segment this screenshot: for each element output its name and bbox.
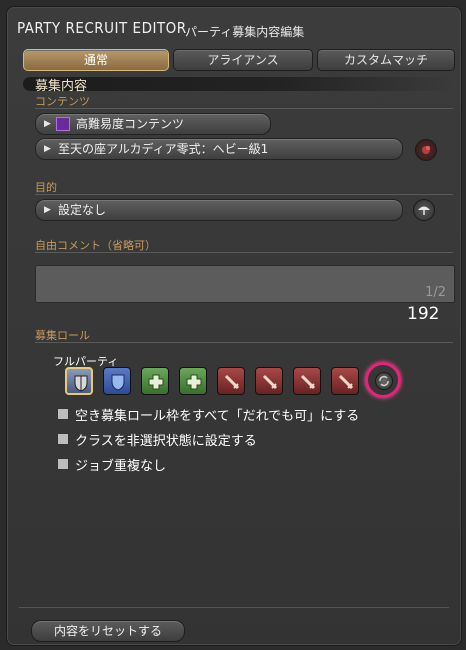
content-type-dropdown[interactable]: ▶ 高難易度コンテンツ [35, 113, 271, 135]
role-slot-healer[interactable] [141, 367, 169, 395]
comment-page-indicator: 1/2 [425, 285, 446, 300]
tank-shield-icon [74, 375, 88, 392]
recruit-heading: 募集内容 [35, 79, 88, 94]
purpose-settings-button[interactable] [413, 199, 435, 221]
option-label: 空き募集ロール枠をすべて「だれでも可」にする [75, 409, 360, 424]
expand-arrow-icon: ▶ [44, 119, 51, 129]
tab-alliance[interactable]: アライアンス [173, 49, 313, 71]
duty-info-button[interactable] [415, 139, 437, 161]
expand-arrow-icon: ▶ [44, 144, 51, 154]
remaining-char-count: 192 [407, 304, 440, 324]
healer-cross-icon [148, 374, 164, 390]
tank-shield-icon [111, 374, 125, 391]
content-type-value: 高難易度コンテンツ [76, 117, 185, 131]
role-slot-dps[interactable] [255, 367, 283, 395]
title-bar[interactable]: PARTY RECRUIT EDITOR パーティ募集内容編集 [7, 7, 461, 43]
role-slot-dps[interactable] [331, 367, 359, 395]
dps-sword-icon [338, 374, 354, 390]
divider [35, 194, 453, 195]
checkbox[interactable] [57, 408, 69, 420]
purpose-dropdown[interactable]: ▶ 設定なし [35, 199, 403, 221]
comment-input[interactable]: 1/2 [35, 265, 455, 303]
tab-bar: 通常 アライアンス カスタムマッチ [23, 49, 455, 71]
purpose-label: 目的 [35, 181, 57, 194]
dps-sword-icon [300, 374, 316, 390]
checkbox[interactable] [57, 433, 69, 445]
party-recruit-editor-window: PARTY RECRUIT EDITOR パーティ募集内容編集 通常 アライアン… [6, 6, 462, 646]
divider [35, 342, 453, 343]
duty-dropdown[interactable]: ▶ 至天の座アルカディア零式：ヘビー級1 [35, 138, 403, 160]
role-slot-dps[interactable] [217, 367, 245, 395]
expand-arrow-icon: ▶ [44, 205, 51, 215]
high-difficulty-icon [56, 117, 70, 131]
role-slot-dps[interactable] [293, 367, 321, 395]
tab-normal[interactable]: 通常 [23, 49, 169, 71]
duty-info-icon [422, 146, 430, 154]
role-slot-tank[interactable] [103, 367, 131, 395]
dps-sword-icon [224, 374, 240, 390]
option-label: ジョブ重複なし [75, 459, 167, 474]
role-slot-tank-selected[interactable] [65, 367, 93, 395]
reset-content-button[interactable]: 内容をリセットする [31, 620, 185, 642]
purpose-value: 設定なし [58, 203, 107, 217]
tab-custom-match[interactable]: カスタムマッチ [317, 49, 455, 71]
role-reset-button-highlight[interactable] [365, 362, 401, 398]
footer-divider [19, 607, 449, 608]
refresh-icon [379, 375, 389, 387]
option-label: クラスを非選択状態に設定する [75, 434, 257, 449]
dps-sword-icon [262, 374, 278, 390]
roles-heading: 募集ロール [35, 329, 90, 342]
umbrella-icon [418, 206, 430, 215]
healer-cross-icon [186, 374, 202, 390]
window-subtitle: パーティ募集内容編集 [185, 25, 305, 39]
section-header-bar [23, 77, 453, 91]
contents-label: コンテンツ [35, 95, 90, 108]
role-reset-button[interactable] [375, 372, 393, 390]
duty-value: 至天の座アルカディア零式：ヘビー級1 [58, 142, 269, 156]
divider [35, 252, 453, 253]
role-slot-healer[interactable] [179, 367, 207, 395]
checkbox[interactable] [57, 458, 69, 470]
window-title: PARTY RECRUIT EDITOR [17, 19, 187, 37]
comment-label: 自由コメント（省略可） [35, 239, 156, 252]
divider [35, 108, 453, 109]
